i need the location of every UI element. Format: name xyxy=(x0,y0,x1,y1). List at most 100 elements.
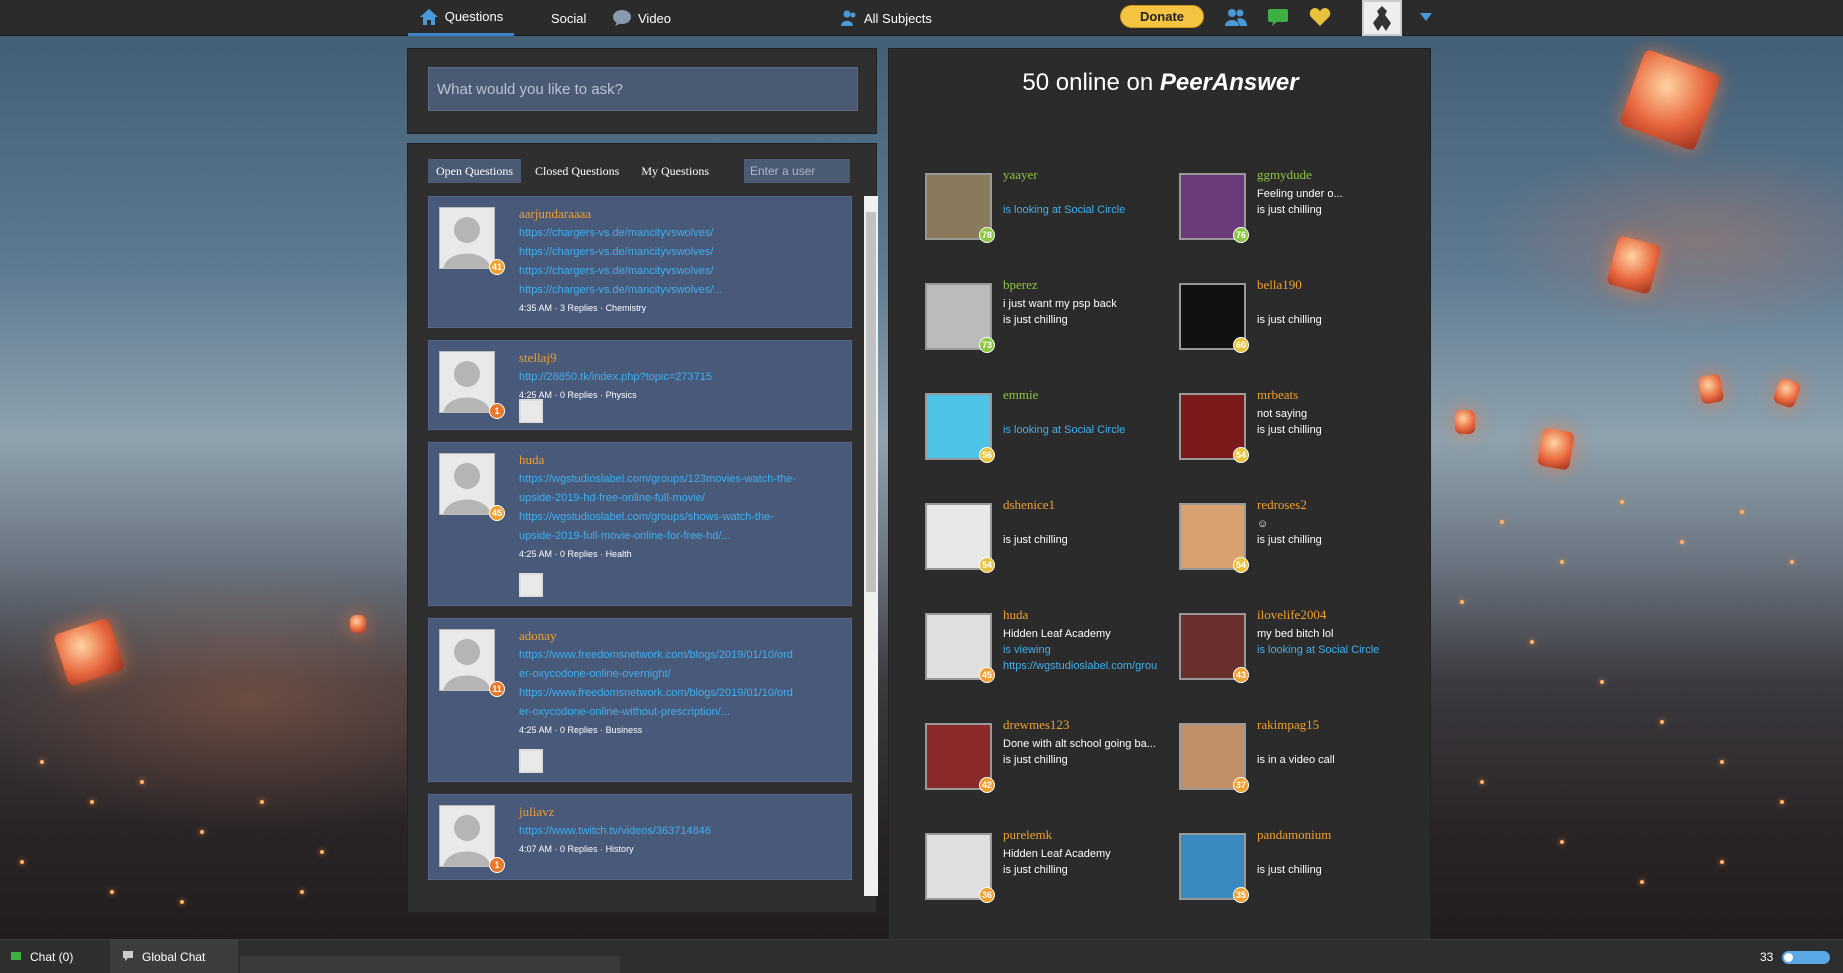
online-username[interactable]: yaayer xyxy=(1003,167,1038,183)
online-user-card[interactable]: 54 redroses2 ☺ is just chilling xyxy=(1143,489,1393,579)
question-card[interactable]: 11 adonay https://www.freedomsnetwork.co… xyxy=(428,618,852,782)
question-link[interactable]: https://www.freedomsnetwork.com/blogs/20… xyxy=(519,646,844,665)
ask-question-input[interactable] xyxy=(428,67,858,111)
user-activity[interactable]: is looking at Social Circle xyxy=(1257,644,1417,656)
user-activity[interactable]: is just chilling xyxy=(1003,864,1163,876)
user-activity[interactable]: is looking at Social Circle xyxy=(1003,204,1163,216)
friends-icon[interactable] xyxy=(1224,5,1248,29)
user-activity[interactable]: is just chilling xyxy=(1003,754,1163,766)
responder-avatar[interactable] xyxy=(519,573,543,597)
question-card[interactable]: 1 stellaj9 http://28850.tk/index.php?top… xyxy=(428,340,852,430)
question-subject[interactable]: Business xyxy=(606,725,643,735)
question-link[interactable]: https://www.twitch.tv/videos/363714846 xyxy=(519,822,844,841)
responder-avatar[interactable] xyxy=(519,749,543,773)
chat-button[interactable]: Chat (0) xyxy=(10,940,73,973)
online-username[interactable]: purelemk xyxy=(1003,827,1052,843)
online-user-card[interactable]: 73 bperez i just want my psp back is jus… xyxy=(889,269,1139,359)
online-user-card[interactable]: 54 dshenice1 is just chilling xyxy=(889,489,1139,579)
question-username[interactable]: adonay xyxy=(519,628,844,644)
question-username[interactable]: stellaj9 xyxy=(519,350,844,366)
nav-questions[interactable]: Questions xyxy=(408,0,514,36)
question-link[interactable]: https://chargers-vs.de/mancityvswolves/.… xyxy=(519,281,844,300)
user-activity[interactable]: is just chilling xyxy=(1003,314,1163,326)
dropdown-arrow-icon[interactable] xyxy=(1414,5,1438,29)
online-username[interactable]: bella190 xyxy=(1257,277,1302,293)
question-card[interactable]: 1 juliavz https://www.twitch.tv/videos/3… xyxy=(428,794,852,880)
tab-closed-questions[interactable]: Closed Questions xyxy=(527,159,627,183)
nav-video[interactable]: Video xyxy=(612,0,671,36)
donate-button[interactable]: Donate xyxy=(1120,5,1204,28)
question-subject[interactable]: History xyxy=(606,844,634,854)
question-username[interactable]: huda xyxy=(519,452,844,468)
question-link[interactable]: er-oxycodone-online-without-prescription… xyxy=(519,703,844,722)
online-username[interactable]: huda xyxy=(1003,607,1028,623)
user-activity[interactable]: is looking at Social Circle xyxy=(1003,424,1163,436)
question-link[interactable]: https://wgstudioslabel.com/groups/123mov… xyxy=(519,470,844,489)
question-replies[interactable]: 0 Replies xyxy=(560,390,598,400)
online-user-card[interactable]: 56 emmie is looking at Social Circle xyxy=(889,379,1139,469)
avatar[interactable] xyxy=(439,453,495,515)
avatar[interactable] xyxy=(439,351,495,413)
online-user-card[interactable]: 45 huda Hidden Leaf Academy is viewing h… xyxy=(889,599,1157,689)
scrollbar-thumb[interactable] xyxy=(866,212,876,592)
tab-open-questions[interactable]: Open Questions xyxy=(428,159,521,183)
question-link[interactable]: https://www.freedomsnetwork.com/blogs/20… xyxy=(519,684,844,703)
avatar[interactable] xyxy=(439,805,495,867)
chat-icon[interactable] xyxy=(1266,5,1290,29)
user-activity[interactable]: is just chilling xyxy=(1003,534,1163,546)
question-subject[interactable]: Physics xyxy=(606,390,637,400)
question-username[interactable]: juliavz xyxy=(519,804,844,820)
online-user-card[interactable]: 54 mrbeats not saying is just chilling xyxy=(1143,379,1393,469)
question-link[interactable]: https://chargers-vs.de/mancityvswolves/ xyxy=(519,224,844,243)
user-activity[interactable]: is just chilling xyxy=(1257,314,1417,326)
online-username[interactable]: emmie xyxy=(1003,387,1038,403)
my-avatar[interactable] xyxy=(1362,0,1402,36)
question-replies[interactable]: 0 Replies xyxy=(560,725,598,735)
online-user-card[interactable]: 37 rakimpag15 is in a video call xyxy=(1143,709,1393,799)
online-username[interactable]: rakimpag15 xyxy=(1257,717,1319,733)
online-user-card[interactable]: 60 bella190 is just chilling xyxy=(1143,269,1393,359)
user-activity[interactable]: is just chilling xyxy=(1257,204,1417,216)
online-user-card[interactable]: 36 purelemk Hidden Leaf Academy is just … xyxy=(889,819,1139,909)
online-user-card[interactable]: 78 yaayer is looking at Social Circle xyxy=(889,159,1139,249)
question-link[interactable]: upside-2019-hd-free-online-full-movie/ xyxy=(519,489,844,508)
user-activity[interactable]: is just chilling xyxy=(1257,534,1417,546)
question-link[interactable]: http://28850.tk/index.php?topic=273715 xyxy=(519,368,844,387)
online-username[interactable]: mrbeats xyxy=(1257,387,1298,403)
tab-my-questions[interactable]: My Questions xyxy=(633,159,717,183)
question-username[interactable]: aarjundaraaaa xyxy=(519,206,844,222)
question-replies[interactable]: 0 Replies xyxy=(560,844,598,854)
online-username[interactable]: redroses2 xyxy=(1257,497,1307,513)
user-activity[interactable]: is just chilling xyxy=(1257,424,1417,436)
online-user-card[interactable]: 76 ggmydude Feeling under o... is just c… xyxy=(1143,159,1393,249)
online-username[interactable]: ilovelife2004 xyxy=(1257,607,1326,623)
question-replies[interactable]: 0 Replies xyxy=(560,549,598,559)
question-subject[interactable]: Chemistry xyxy=(606,303,647,313)
sound-toggle[interactable] xyxy=(1782,951,1830,964)
user-filter-input[interactable] xyxy=(744,159,850,183)
online-user-card[interactable]: 35 pandamonium is just chilling xyxy=(1143,819,1393,909)
nav-all-subjects[interactable]: All Subjects xyxy=(840,0,932,36)
avatar[interactable] xyxy=(439,207,495,269)
question-card[interactable]: 41 aarjundaraaaa https://chargers-vs.de/… xyxy=(428,196,852,328)
online-user-card[interactable]: 43 ilovelife2004 my bed bitch lol is loo… xyxy=(1143,599,1393,689)
question-subject[interactable]: Health xyxy=(606,549,632,559)
online-username[interactable]: dshenice1 xyxy=(1003,497,1055,513)
user-activity[interactable]: is just chilling xyxy=(1257,864,1417,876)
user-activity[interactable]: is viewing xyxy=(1003,644,1163,656)
online-username[interactable]: bperez xyxy=(1003,277,1038,293)
nav-social[interactable]: Social xyxy=(551,0,586,36)
avatar[interactable] xyxy=(439,629,495,691)
question-link[interactable]: https://wgstudioslabel.com/groups/shows-… xyxy=(519,508,844,527)
heart-icon[interactable] xyxy=(1308,5,1332,29)
user-activity[interactable]: is in a video call xyxy=(1257,754,1417,766)
global-chat-button[interactable]: Global Chat xyxy=(110,940,238,973)
question-link[interactable]: https://chargers-vs.de/mancityvswolves/ xyxy=(519,243,844,262)
question-card[interactable]: 45 huda https://wgstudioslabel.com/group… xyxy=(428,442,852,606)
question-link[interactable]: upside-2019-full-movie-online-for-free-h… xyxy=(519,527,844,546)
online-username[interactable]: ggmydude xyxy=(1257,167,1312,183)
online-user-card[interactable]: 42 drewmes123 Done with alt school going… xyxy=(889,709,1156,799)
online-username[interactable]: drewmes123 xyxy=(1003,717,1069,733)
question-link[interactable]: https://chargers-vs.de/mancityvswolves/ xyxy=(519,262,844,281)
question-link[interactable]: er-oxycodone-online-overnight/ xyxy=(519,665,844,684)
